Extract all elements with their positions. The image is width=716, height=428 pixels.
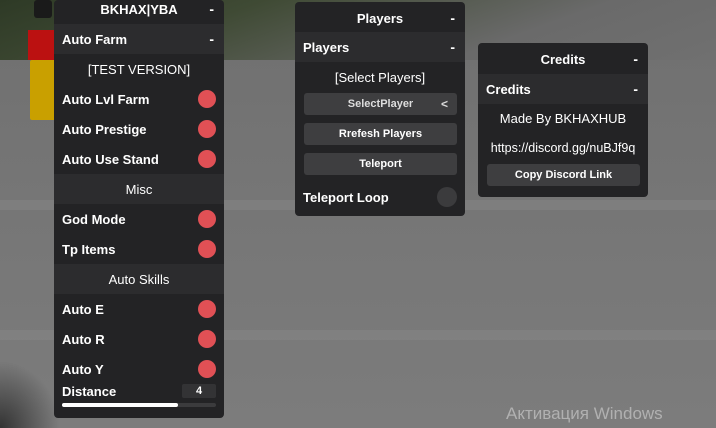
toggle-indicator[interactable]	[198, 120, 216, 138]
teleport-button[interactable]: Teleport	[304, 153, 457, 175]
distance-slider-fill	[62, 403, 178, 407]
section-title: Credits	[486, 81, 531, 97]
toggle-indicator[interactable]	[198, 360, 216, 378]
minimize-button[interactable]: -	[450, 10, 455, 26]
refresh-players-button[interactable]: Rrefesh Players	[304, 123, 457, 145]
players-panel-titlebar[interactable]: Players -	[295, 3, 465, 33]
select-players-label: [Select Players]	[334, 69, 426, 85]
toggle-label: Auto R	[62, 331, 105, 347]
minimize-button[interactable]: -	[633, 51, 638, 67]
dropdown-label: SelectPlayer	[347, 98, 414, 110]
distance-slider-track[interactable]	[62, 403, 216, 407]
credits-panel-titlebar[interactable]: Credits -	[478, 44, 648, 74]
distance-label: Distance	[62, 384, 117, 399]
made-by-label: Made By BKHAXHUB	[499, 110, 627, 126]
misc-header: Misc	[54, 174, 224, 204]
credits-panel-title: Credits	[540, 51, 586, 67]
toggle-indicator[interactable]	[437, 187, 457, 207]
windows-activation-watermark: Активация Windows	[506, 404, 663, 423]
toggle-indicator[interactable]	[198, 300, 216, 318]
collapse-button[interactable]: -	[450, 39, 455, 55]
toggle-indicator[interactable]	[198, 90, 216, 108]
toggle-label: Tp Items	[62, 241, 116, 257]
toggle-label: Auto E	[62, 301, 104, 317]
chevron-left-icon[interactable]: <	[441, 97, 448, 111]
distance-slider[interactable]: Distance 4	[54, 381, 224, 401]
toggle-teleport-loop[interactable]: Teleport Loop	[295, 182, 465, 212]
toggle-god-mode[interactable]: God Mode	[54, 204, 224, 234]
copy-discord-link-button[interactable]: Copy Discord Link	[487, 164, 640, 186]
toggle-label: Auto Prestige	[62, 121, 147, 137]
section-header-players[interactable]: Players -	[295, 32, 465, 62]
toggle-label: Auto Y	[62, 361, 104, 377]
toggle-auto-y[interactable]: Auto Y	[54, 354, 224, 384]
collapse-button[interactable]: -	[633, 81, 638, 97]
players-panel: Players - Players - [Select Players] Sel…	[295, 2, 465, 216]
credits-panel: Credits - Credits - Made By BKHAXHUB htt…	[478, 43, 648, 197]
main-panel: BKHAX|YBA - Auto Farm - [TEST VERSION] A…	[54, 0, 224, 418]
section-header-credits[interactable]: Credits -	[478, 74, 648, 104]
toggle-auto-e[interactable]: Auto E	[54, 294, 224, 324]
toggle-label: Auto Use Stand	[62, 151, 159, 167]
minimize-button[interactable]: -	[209, 1, 214, 17]
players-panel-title: Players	[356, 10, 404, 26]
main-panel-title: BKHAX|YBA	[100, 1, 178, 17]
select-player-dropdown[interactable]: SelectPlayer <	[304, 93, 457, 115]
section-title: Players	[303, 39, 350, 55]
section-header-auto-farm[interactable]: Auto Farm -	[54, 24, 224, 54]
toggle-indicator[interactable]	[198, 210, 216, 228]
toggle-auto-lvl-farm[interactable]: Auto Lvl Farm	[54, 84, 224, 114]
test-version-label: [TEST VERSION]	[87, 61, 191, 77]
toggle-auto-use-stand[interactable]: Auto Use Stand	[54, 144, 224, 174]
section-title: Auto Farm	[62, 31, 127, 47]
background-shadow	[0, 360, 60, 428]
toggle-tp-items[interactable]: Tp Items	[54, 234, 224, 264]
toggle-label: Teleport Loop	[303, 189, 389, 205]
discord-url: https://discord.gg/nuBJf9q	[490, 141, 636, 155]
distance-value[interactable]: 4	[182, 384, 216, 398]
toggle-indicator[interactable]	[198, 150, 216, 168]
toggle-label: Auto Lvl Farm	[62, 91, 150, 107]
toggle-indicator[interactable]	[198, 240, 216, 258]
collapse-button[interactable]: -	[209, 31, 214, 47]
auto-skills-header: Auto Skills	[54, 264, 224, 294]
toggle-auto-prestige[interactable]: Auto Prestige	[54, 114, 224, 144]
toggle-indicator[interactable]	[198, 330, 216, 348]
main-panel-titlebar[interactable]: BKHAX|YBA -	[54, 0, 224, 24]
toggle-auto-r[interactable]: Auto R	[54, 324, 224, 354]
toggle-label: God Mode	[62, 211, 126, 227]
